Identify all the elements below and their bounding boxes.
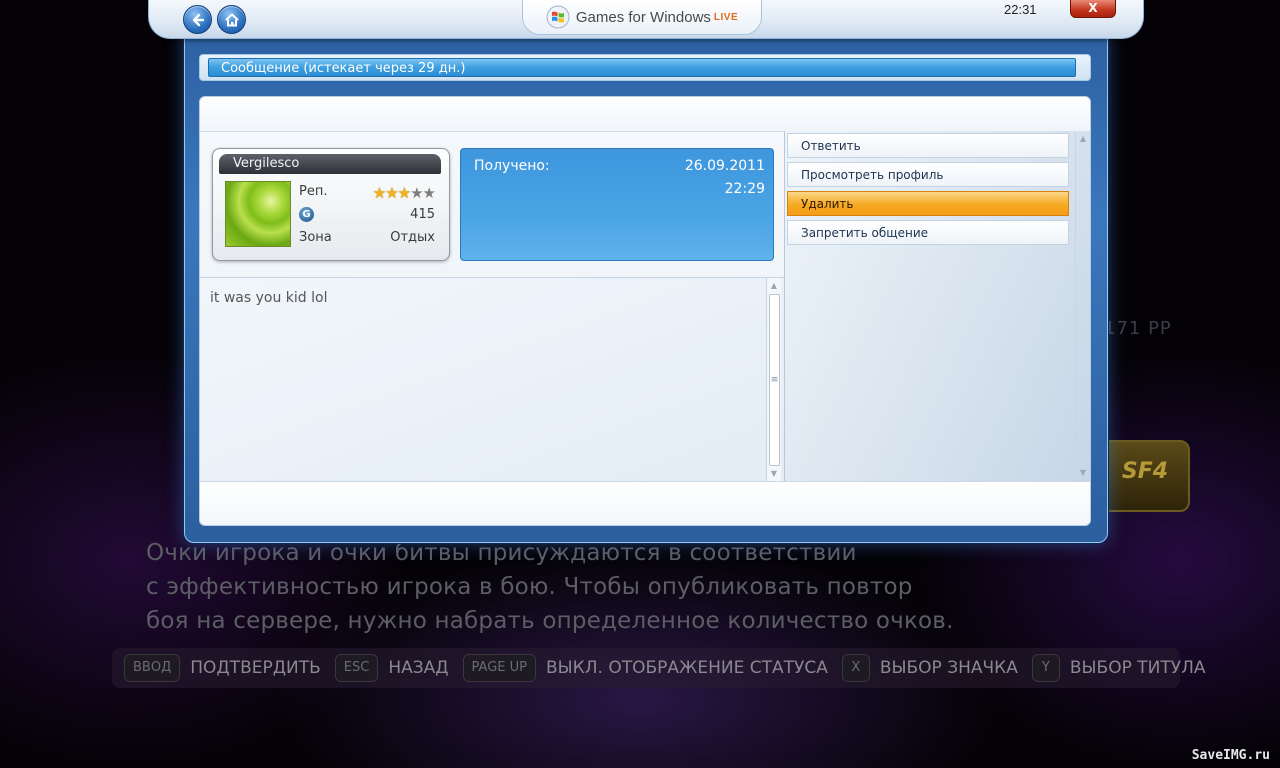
gamerscore-value: 415 — [410, 207, 435, 222]
logo-live-text: LIVE — [713, 11, 739, 23]
reputation-stars: ★★★★★ — [372, 184, 436, 202]
control-status-toggle: PAGE UP ВЫКЛ. ОТОБРАЖЕНИЕ СТАТУСА — [462, 654, 828, 682]
star-icon: ★ — [397, 184, 411, 202]
clock: 22:31 — [1004, 2, 1037, 17]
control-label: ВЫКЛ. ОТОБРАЖЕНИЕ СТАТУСА — [546, 658, 828, 678]
key-y-badge: Y — [1031, 654, 1060, 682]
received-time: 22:29 — [724, 181, 765, 197]
gfw-logo: Games for Windows LIVE — [522, 0, 762, 35]
scroll-up-icon[interactable]: ▲ — [767, 280, 781, 292]
delete-button[interactable]: Удалить — [787, 191, 1069, 216]
home-button[interactable] — [217, 5, 246, 34]
logo-text: Games for Windows — [575, 8, 711, 26]
control-icon-select: X ВЫБОР ЗНАЧКА — [841, 654, 1018, 682]
gamerpic — [225, 181, 291, 247]
back-arrow-icon — [192, 13, 204, 26]
gamercard[interactable]: Vergilesco Реп. ★★★★★ G 415 Зона Отдых — [212, 148, 450, 261]
background-hint-text: Очки игрока и очки битвы присуждаются в … — [146, 536, 1046, 638]
content-footer-strip — [200, 481, 1090, 525]
control-title-select: Y ВЫБОР ТИТУЛА — [1031, 654, 1206, 682]
actions-scrollbar[interactable]: ▲ ▼ — [1075, 131, 1090, 481]
home-icon — [224, 13, 239, 26]
back-button[interactable] — [183, 5, 212, 34]
message-title-bar: Сообщение (истекает через 29 дн.) — [199, 54, 1091, 81]
star-icon: ★ — [372, 184, 386, 202]
control-back: ESC НАЗАД — [334, 654, 449, 682]
scroll-thumb[interactable]: ≡ — [769, 294, 780, 466]
message-panel: Сообщение (истекает через 29 дн.) Vergil… — [199, 54, 1091, 526]
key-enter-badge: ВВОД — [124, 654, 181, 682]
background-score-text: 171 PP — [1104, 318, 1172, 339]
message-body-area: it was you kid lol ▲ ≡ ▼ — [200, 277, 784, 482]
zone-row: Зона Отдых — [299, 230, 435, 248]
scroll-down-icon[interactable]: ▼ — [767, 468, 781, 480]
reputation-row: Реп. ★★★★★ — [299, 184, 436, 202]
control-label: ПОДТВЕРДИТЬ — [190, 658, 321, 678]
message-scrollbar[interactable]: ▲ ≡ ▼ — [766, 278, 781, 482]
reply-button[interactable]: Ответить — [787, 133, 1069, 158]
reputation-label: Реп. — [299, 184, 328, 199]
content-header-strip — [200, 97, 1090, 132]
message-content: Vergilesco Реп. ★★★★★ G 415 Зона Отдых П… — [199, 96, 1091, 526]
star-icon: ★ — [385, 184, 398, 202]
scroll-up-icon[interactable]: ▲ — [1076, 133, 1090, 145]
hint-line: боя на сервере, нужно набрать определенн… — [146, 608, 954, 634]
zone-value: Отдых — [390, 230, 435, 245]
actions-panel: Ответить Просмотреть профиль Удалить Зап… — [784, 131, 1090, 481]
gamerscore-row: G 415 — [299, 207, 435, 225]
block-communication-button[interactable]: Запретить общение — [787, 220, 1069, 245]
hint-line: с эффективностью игрока в бою. Чтобы опу… — [146, 574, 913, 600]
key-esc-badge: ESC — [334, 654, 379, 682]
message-body: it was you kid lol — [210, 290, 328, 306]
windows-logo-icon — [546, 5, 570, 29]
controls-bar: ВВОД ПОДТВЕРДИТЬ ESC НАЗАД PAGE UP ВЫКЛ.… — [112, 648, 1206, 688]
control-confirm: ВВОД ПОДТВЕРДИТЬ — [124, 654, 321, 682]
view-profile-button[interactable]: Просмотреть профиль — [787, 162, 1069, 187]
close-button[interactable]: X — [1070, 0, 1116, 18]
key-pageup-badge: PAGE UP — [462, 654, 536, 682]
control-label: ВЫБОР ТИТУЛА — [1069, 658, 1206, 678]
watermark: SaveIMG.ru — [1191, 748, 1270, 763]
scroll-down-icon[interactable]: ▼ — [1076, 467, 1090, 479]
received-label: Получено: — [474, 158, 550, 174]
zone-label: Зона — [299, 230, 332, 245]
star-icon: ★ — [410, 184, 423, 202]
control-label: ВЫБОР ЗНАЧКА — [879, 658, 1018, 678]
message-title: Сообщение (истекает через 29 дн.) — [208, 58, 1076, 77]
control-label: НАЗАД — [388, 658, 449, 678]
received-date: 26.09.2011 — [684, 158, 765, 174]
star-icon: ★ — [422, 184, 436, 202]
gamertag: Vergilesco — [219, 154, 441, 174]
key-x-badge: X — [841, 654, 870, 682]
received-info: Получено: 26.09.2011 22:29 — [460, 148, 774, 261]
gamerscore-icon: G — [299, 207, 314, 222]
background-game-logo: SF4 — [1100, 440, 1190, 512]
